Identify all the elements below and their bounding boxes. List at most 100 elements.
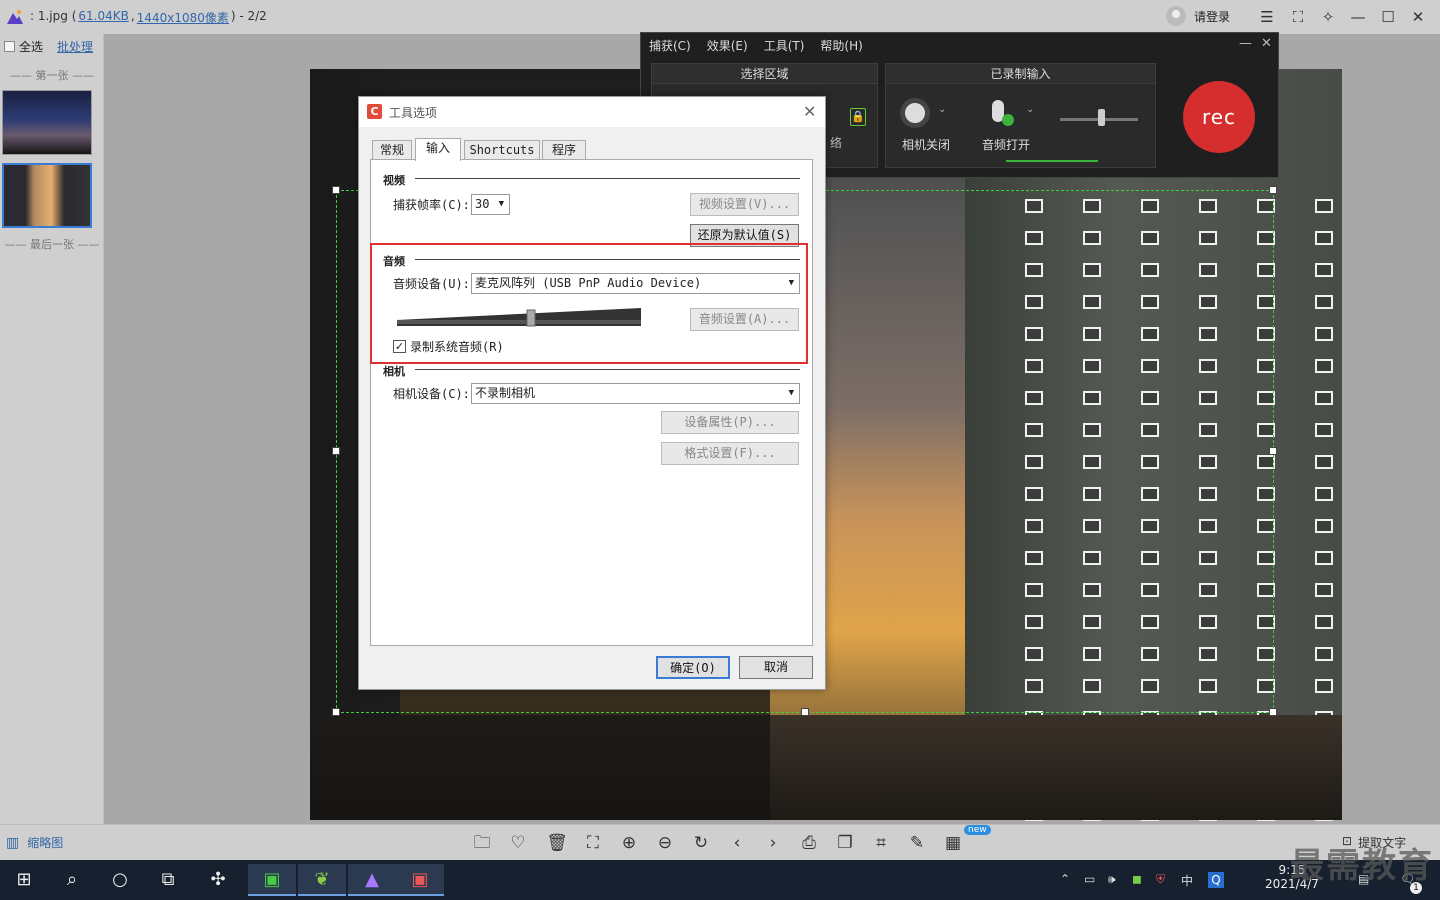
- building-window: [1315, 455, 1333, 469]
- building-window: [1315, 583, 1333, 597]
- building-window: [1315, 391, 1333, 405]
- batch-process-link[interactable]: 批处理: [57, 38, 93, 55]
- first-image-label: —— 第一张 ——: [10, 69, 94, 82]
- cortana-icon[interactable]: ○: [96, 864, 144, 896]
- resize-handle[interactable]: [332, 447, 340, 455]
- security-shield-icon[interactable]: ⛨: [1156, 872, 1165, 887]
- recorder-minimize-icon[interactable]: —: [1239, 36, 1252, 51]
- menu-help[interactable]: 帮助(H): [820, 37, 862, 54]
- nvidia-icon[interactable]: ◼: [1132, 872, 1142, 886]
- tab-shortcuts[interactable]: Shortcuts: [464, 140, 540, 160]
- audio-toggle-label[interactable]: 音频打开: [972, 136, 1040, 153]
- delete-icon[interactable]: 🗑: [545, 831, 569, 855]
- next-icon[interactable]: ›: [761, 831, 785, 855]
- resize-handle[interactable]: [1269, 708, 1277, 716]
- resize-handle[interactable]: [801, 708, 809, 716]
- fullscreen-icon[interactable]: ⛶: [1287, 6, 1309, 28]
- thumbnails-label[interactable]: 缩略图: [27, 834, 63, 851]
- actual-size-icon[interactable]: ⛶: [581, 831, 605, 855]
- building-window: [1315, 199, 1333, 213]
- lock-aspect-icon[interactable]: 🔒: [850, 108, 866, 126]
- photo-viewer-taskbar-icon[interactable]: ▲: [348, 864, 396, 896]
- camtasia-recorder-icon[interactable]: ▣: [396, 864, 444, 896]
- rotate-icon[interactable]: ↻: [689, 831, 713, 855]
- resize-handle[interactable]: [1269, 447, 1277, 455]
- camera-device-label: 相机设备(C):: [393, 387, 470, 401]
- tray-expand-icon[interactable]: ⌃: [1060, 872, 1070, 886]
- last-image-label: —— 最后一张 ——: [4, 238, 100, 251]
- open-folder-icon[interactable]: 🗀: [470, 831, 494, 855]
- menu-capture[interactable]: 捕获(C): [649, 37, 691, 54]
- network-icon[interactable]: ▭: [1084, 872, 1095, 886]
- copy-icon[interactable]: ❐: [833, 831, 857, 855]
- previous-icon[interactable]: ‹: [725, 831, 749, 855]
- ok-button[interactable]: 确定(O): [656, 656, 730, 679]
- login-label[interactable]: 请登录: [1194, 8, 1230, 25]
- recorder-volume-thumb[interactable]: [1098, 109, 1105, 126]
- video-group-divider: [415, 178, 800, 179]
- tab-input[interactable]: 输入: [415, 138, 461, 161]
- zoom-out-icon[interactable]: ⊖: [653, 831, 677, 855]
- menu-effects[interactable]: 效果(E): [707, 37, 748, 54]
- edit-icon[interactable]: ✎: [905, 831, 929, 855]
- dialog-close-icon[interactable]: ✕: [803, 102, 816, 121]
- record-button[interactable]: rec: [1183, 81, 1255, 153]
- tab-program[interactable]: 程序: [542, 140, 586, 160]
- recorder-menu: 捕获(C) 效果(E) 工具(T) 帮助(H): [649, 37, 863, 54]
- camera-toggle-label[interactable]: 相机关闭: [896, 136, 956, 153]
- file-size-link[interactable]: 61.04KB: [78, 9, 128, 26]
- search-icon[interactable]: ⌕: [48, 864, 96, 896]
- recorder-close-icon[interactable]: ✕: [1261, 36, 1272, 51]
- volume-icon[interactable]: 🕪: [1108, 872, 1116, 887]
- qq-icon[interactable]: Q: [1208, 872, 1224, 888]
- resolution-link[interactable]: 1440x1080像素: [137, 9, 229, 26]
- scan-icon[interactable]: ⌗: [869, 831, 893, 855]
- building-window: [1315, 423, 1333, 437]
- task-view-icon[interactable]: ⧉: [144, 864, 192, 896]
- print-icon[interactable]: ⎙: [797, 831, 821, 855]
- zoom-in-icon[interactable]: ⊕: [617, 831, 641, 855]
- pin-icon[interactable]: ✧: [1317, 6, 1339, 28]
- resize-handle[interactable]: [332, 186, 340, 194]
- thumbnails-toggle[interactable]: ▥ 缩略图: [6, 834, 63, 851]
- apps-icon[interactable]: ▦: [941, 831, 965, 855]
- thumbnail-1[interactable]: [2, 90, 92, 155]
- resize-handle[interactable]: [1269, 186, 1277, 194]
- camtasia-editor-icon[interactable]: ▣: [248, 864, 296, 896]
- camera-off-icon[interactable]: [900, 98, 930, 128]
- resize-handle[interactable]: [332, 708, 340, 716]
- login-area[interactable]: 请登录: [1166, 6, 1230, 26]
- video-settings-button[interactable]: 视频设置(V)...: [690, 193, 799, 216]
- format-settings-button[interactable]: 格式设置(F)...: [661, 442, 799, 465]
- building-window: [1315, 231, 1333, 245]
- camera-dropdown-icon[interactable]: ⌄: [938, 104, 946, 115]
- minimize-icon[interactable]: —: [1347, 6, 1369, 28]
- thumbnail-2-selected[interactable]: [2, 163, 92, 228]
- viewer-bottom-toolbar: ▥ 缩略图 🗀 ♡ 🗑 ⛶ ⊕ ⊖ ↻ ‹ › ⎙ ❐ ⌗ ✎ ▦ new ⊡ …: [0, 824, 1440, 860]
- audio-dropdown-icon[interactable]: ⌄: [1026, 104, 1034, 115]
- device-properties-button[interactable]: 设备属性(P)...: [661, 411, 799, 434]
- start-windows-icon[interactable]: ⊞: [0, 864, 48, 896]
- thumbnails-icon: ▥: [6, 834, 20, 851]
- tab-general[interactable]: 常规: [372, 140, 412, 160]
- menu-tools[interactable]: 工具(T): [764, 37, 805, 54]
- maximize-icon[interactable]: ☐: [1377, 6, 1399, 28]
- select-all-checkbox[interactable]: [4, 41, 15, 52]
- select-all-label[interactable]: 全选: [19, 38, 43, 55]
- pinwheel-app-icon[interactable]: ✣: [194, 864, 242, 896]
- green-app-icon[interactable]: ❦: [298, 864, 346, 896]
- avatar[interactable]: [1166, 6, 1186, 26]
- cancel-button[interactable]: 取消: [739, 656, 813, 679]
- title-separator: ,: [130, 9, 135, 23]
- viewer-title-bar: : 1.jpg ( 61.04KB , 1440x1080像素 ) - 2/2 …: [0, 0, 1440, 34]
- camera-group-header: 相机: [383, 365, 405, 378]
- camera-device-select[interactable]: 不录制相机 ▼: [471, 383, 800, 404]
- tool-options-dialog: C 工具选项 ✕ 常规 输入 Shortcuts 程序 视频 捕获帧率(C): …: [358, 96, 826, 690]
- menu-icon[interactable]: ☰: [1256, 6, 1278, 28]
- close-icon[interactable]: ✕: [1407, 6, 1429, 28]
- ime-indicator[interactable]: 中: [1181, 872, 1193, 889]
- select-all[interactable]: 全选: [4, 38, 43, 55]
- fps-select[interactable]: 30 ▼: [471, 194, 510, 215]
- chevron-down-icon: ▼: [788, 388, 794, 398]
- favorite-icon[interactable]: ♡: [506, 831, 530, 855]
